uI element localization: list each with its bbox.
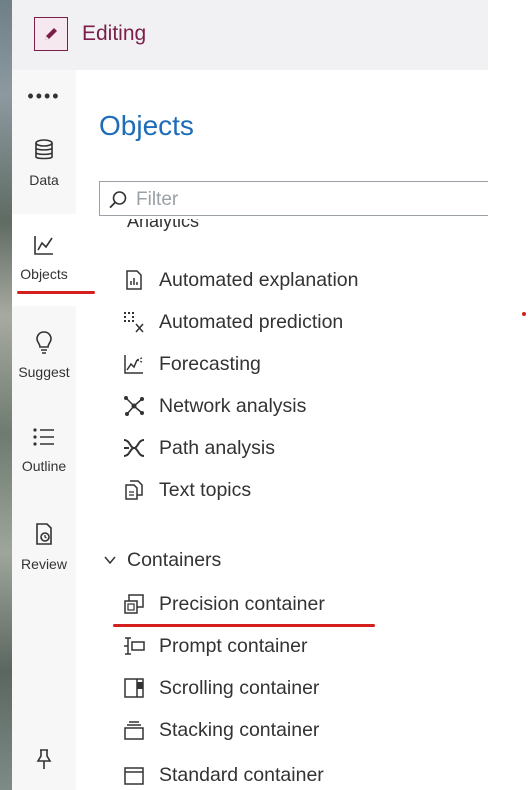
precision-container-icon bbox=[122, 592, 146, 616]
rail-item-outline[interactable]: Outline bbox=[12, 420, 76, 512]
analytics-group-label: Analytics bbox=[127, 219, 200, 231]
pin-icon bbox=[36, 749, 52, 769]
object-item-label: Text topics bbox=[159, 478, 252, 501]
containers-group-header[interactable]: Containers bbox=[103, 545, 221, 575]
object-item-label: Precision container bbox=[159, 592, 325, 615]
rail-label-outline: Outline bbox=[21, 458, 67, 474]
network-analysis-icon bbox=[122, 394, 146, 418]
precision-container-annotation bbox=[113, 624, 375, 627]
automated-prediction-icon bbox=[122, 310, 146, 334]
lightbulb-icon bbox=[36, 331, 52, 354]
rail-label-data: Data bbox=[29, 172, 59, 188]
filter-field[interactable] bbox=[99, 181, 488, 216]
object-item-label: Prompt container bbox=[159, 634, 308, 657]
chevron-down-icon bbox=[104, 556, 116, 565]
containers-group-label: Containers bbox=[127, 548, 222, 571]
review-document-icon bbox=[36, 523, 52, 545]
text-topics-icon bbox=[122, 478, 146, 502]
object-item-stacking-container[interactable]: Stacking container bbox=[122, 715, 482, 745]
list-icon bbox=[33, 428, 54, 446]
rail-item-review[interactable]: Review bbox=[12, 516, 76, 608]
object-item-label: Stacking container bbox=[159, 718, 320, 741]
object-item-automated-prediction[interactable]: Automated prediction bbox=[122, 307, 482, 337]
analytics-group-header[interactable]: Analytics bbox=[127, 219, 427, 243]
object-item-path-analysis[interactable]: Path analysis bbox=[122, 433, 482, 463]
rail-label-objects: Objects bbox=[20, 266, 68, 282]
object-item-text-topics[interactable]: Text topics bbox=[122, 475, 482, 505]
object-item-forecasting[interactable]: Forecasting bbox=[122, 349, 482, 379]
rail-item-suggest[interactable]: Suggest bbox=[12, 324, 76, 416]
annotation-dot bbox=[522, 312, 526, 316]
standard-container-icon bbox=[122, 763, 146, 787]
editing-toolbar: Editing bbox=[12, 0, 488, 70]
rail-label-suggest: Suggest bbox=[18, 364, 70, 380]
object-item-label: Path analysis bbox=[159, 436, 275, 459]
filter-input[interactable] bbox=[134, 186, 478, 214]
object-item-scrolling-container[interactable]: Scrolling container bbox=[122, 673, 482, 703]
right-margin bbox=[488, 0, 528, 790]
editing-mode-label: Editing bbox=[82, 22, 147, 45]
automated-explanation-icon bbox=[122, 268, 146, 292]
path-analysis-icon bbox=[122, 436, 146, 460]
object-item-label: Automated prediction bbox=[159, 310, 344, 333]
forecasting-icon bbox=[122, 352, 146, 376]
object-item-label: Automated explanation bbox=[159, 268, 359, 291]
object-item-precision-container[interactable]: Precision container bbox=[122, 589, 482, 619]
object-item-label: Forecasting bbox=[159, 352, 261, 375]
left-rail: •••• Data Objects Suggest Outline Review bbox=[12, 70, 76, 790]
rail-label-review: Review bbox=[21, 556, 67, 572]
stacking-container-icon bbox=[122, 718, 146, 742]
object-item-network-analysis[interactable]: Network analysis bbox=[122, 391, 482, 421]
more-options-icon[interactable]: •••• bbox=[12, 86, 76, 107]
pin-button[interactable] bbox=[12, 748, 76, 775]
scrolling-container-icon bbox=[122, 676, 146, 700]
object-item-standard-container[interactable]: Standard container bbox=[122, 760, 422, 790]
prompt-container-icon bbox=[122, 634, 146, 658]
object-item-label: Network analysis bbox=[159, 394, 307, 417]
background-photo-strip bbox=[0, 0, 12, 790]
objects-tab-annotation bbox=[17, 291, 95, 294]
line-chart-icon bbox=[34, 236, 53, 255]
search-icon bbox=[109, 191, 127, 209]
object-item-standard-container-row: Standard container bbox=[122, 760, 422, 790]
panel-title: Objects bbox=[99, 110, 194, 141]
object-item-automated-explanation[interactable]: Automated explanation bbox=[122, 265, 482, 295]
rail-item-data[interactable]: Data bbox=[12, 132, 76, 224]
pencil-icon bbox=[45, 28, 57, 40]
object-item-prompt-container[interactable]: Prompt container bbox=[122, 631, 482, 661]
object-item-label: Standard container bbox=[159, 763, 324, 786]
edit-mode-button[interactable] bbox=[34, 17, 68, 51]
object-item-label: Scrolling container bbox=[159, 676, 320, 699]
database-icon bbox=[35, 139, 53, 160]
